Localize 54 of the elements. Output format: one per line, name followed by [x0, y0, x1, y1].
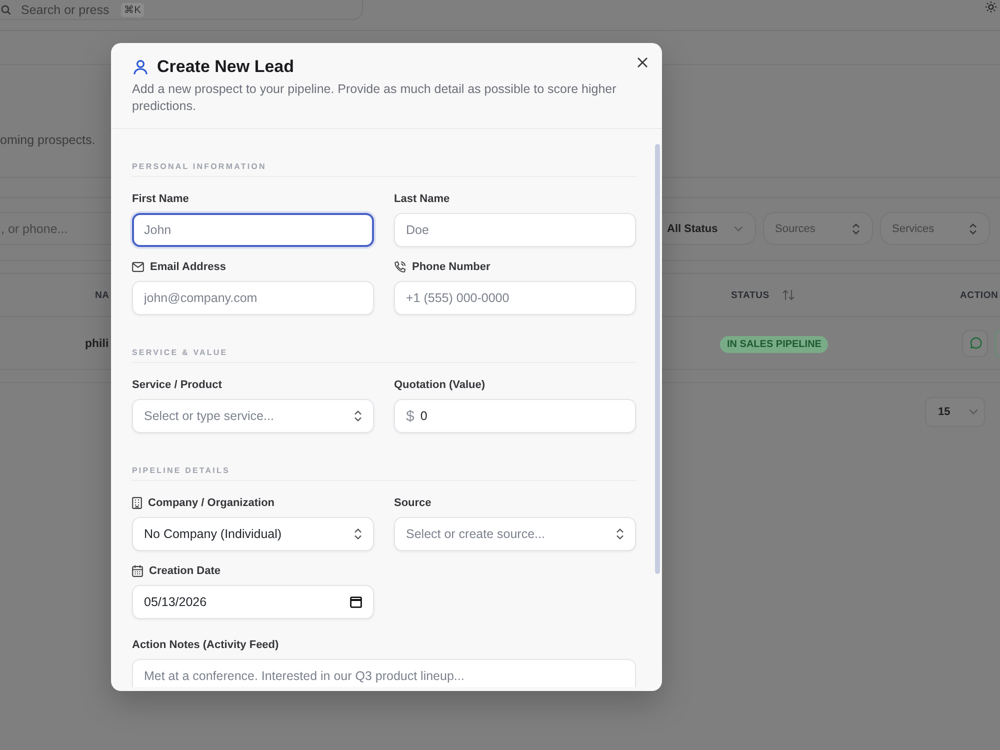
scrollbar-thumb[interactable] — [655, 144, 660, 574]
date-field[interactable]: 05/13/2026 — [132, 585, 374, 619]
chevron-updown-icon — [354, 528, 362, 540]
chevron-updown-icon — [852, 222, 860, 234]
select-field[interactable]: No Company (Individual) — [132, 517, 374, 551]
close-icon — [637, 57, 648, 68]
building-icon — [132, 497, 142, 509]
select-field[interactable]: Select or type service... — [132, 399, 374, 433]
calendar-icon — [132, 565, 143, 577]
column-header: STATUS — [731, 290, 770, 300]
chevron-down-icon — [734, 226, 743, 232]
select-field[interactable]: Select or create source... — [394, 517, 636, 551]
dialog-title: Create New Lead — [157, 56, 294, 78]
table-cell: phili — [85, 338, 109, 350]
chat-button[interactable] — [962, 330, 988, 356]
chevron-updown-icon — [969, 222, 977, 234]
sort-arrows-icon[interactable] — [782, 289, 796, 301]
filter-dropdown[interactable]: Services — [880, 212, 990, 245]
field-label: Last Name — [394, 192, 450, 206]
field-label: Company / Organization — [148, 496, 275, 510]
field-label: Phone Number — [412, 260, 490, 274]
filter-dropdown[interactable]: Sources — [763, 212, 873, 245]
field-label: Creation Date — [149, 564, 221, 578]
section-heading: PERSONAL INFORMATION — [132, 161, 266, 173]
sun-icon[interactable] — [985, 1, 997, 13]
phone-icon — [394, 261, 406, 273]
notes-field[interactable]: Met at a conference. Interested in our Q3 product lineup... — [132, 659, 636, 687]
chat-bubble-icon — [968, 336, 982, 350]
chevron-updown-icon — [616, 528, 624, 540]
close-button[interactable] — [637, 57, 648, 68]
shortcut-key: ⌘K — [121, 2, 144, 16]
section-heading: SERVICE & VALUE — [132, 347, 228, 359]
page-subtitle: oming prospects. — [0, 132, 96, 148]
chevron-down-icon — [969, 409, 978, 415]
field-label: Email Address — [150, 260, 226, 274]
text-input[interactable]: John — [132, 213, 374, 247]
dialog-description: Add a new prospect to your pipeline. Provide as much detail as possible to score higher predictions. — [132, 81, 618, 115]
column-header: NA — [95, 290, 110, 300]
search-field[interactable]: Search or press ⌘K — [0, 0, 363, 20]
envelope-icon — [132, 262, 144, 272]
field-label: Service / Product — [132, 378, 222, 392]
field-label: Source — [394, 496, 432, 510]
field-label: Action Notes (Activity Feed) — [132, 638, 279, 652]
section-heading: PIPELINE DETAILS — [132, 465, 230, 477]
field-label: First Name — [132, 192, 189, 206]
page-size-select[interactable]: 15 — [925, 397, 985, 427]
field-label: Quotation (Value) — [394, 378, 486, 392]
calendar-icon[interactable] — [350, 596, 362, 608]
column-header: ACTION — [960, 290, 998, 300]
status-badge: IN SALES PIPELINE — [720, 336, 828, 352]
search-icon — [1, 4, 11, 14]
user-icon — [133, 59, 148, 75]
currency-field[interactable]: $ 0 — [394, 399, 636, 433]
chevron-updown-icon — [354, 410, 362, 422]
